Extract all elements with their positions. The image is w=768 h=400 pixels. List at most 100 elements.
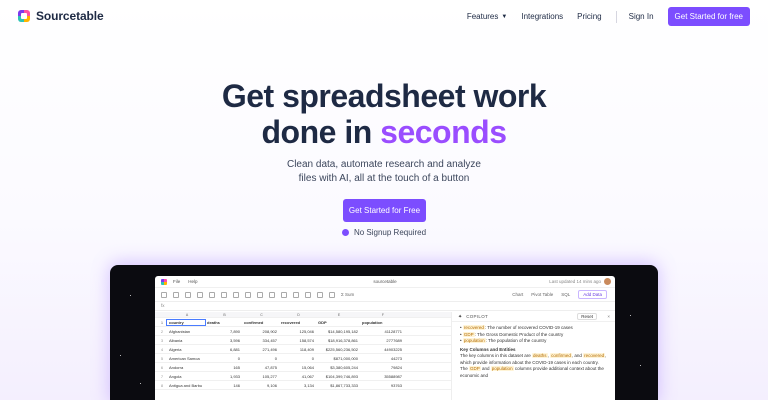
table-cell[interactable]: $18,916,378,861 <box>316 338 360 343</box>
table-cell[interactable]: recovered <box>279 320 316 325</box>
nav-link-features[interactable]: Features ▼ <box>467 12 508 21</box>
table-cell[interactable]: American Samoa <box>167 356 205 361</box>
currency-icon[interactable] <box>185 291 191 298</box>
table-cell[interactable]: $225,560,236,502 <box>316 347 360 352</box>
table-cell[interactable]: 105,277 <box>242 374 279 379</box>
comment-icon[interactable] <box>317 291 323 298</box>
menu-file[interactable]: File <box>173 279 180 284</box>
table-cell[interactable]: Afghanistan <box>167 329 205 334</box>
table-cell[interactable]: 93763 <box>360 383 404 388</box>
table-cell[interactable]: population <box>360 320 404 325</box>
copilot-message: recovered: The number of recovered COVID… <box>452 322 615 382</box>
column-header[interactable]: E <box>316 313 360 317</box>
italic-icon[interactable] <box>221 291 227 298</box>
table-cell[interactable]: 0 <box>242 356 279 361</box>
table-cell[interactable]: 9,106 <box>242 383 279 388</box>
add-data-button[interactable]: Add Data <box>578 290 607 299</box>
table-cell[interactable]: $14,580,195,182 <box>316 329 360 334</box>
avatar[interactable] <box>604 278 611 285</box>
list-item-text: : The Gross Domestic Product of the coun… <box>474 331 564 337</box>
link-icon[interactable] <box>305 291 311 298</box>
table-cell[interactable]: confirmed <box>242 320 279 325</box>
table-cell[interactable]: 3,134 <box>279 383 316 388</box>
list-item-text: : The number of recovered COVID-19 cases <box>484 325 573 330</box>
column-header[interactable]: C <box>242 313 279 317</box>
table-cell[interactable]: deaths <box>205 320 242 325</box>
table-cell[interactable]: 208,902 <box>242 329 279 334</box>
chart-button[interactable]: Chart <box>512 292 523 297</box>
table-cell[interactable]: 158,574 <box>279 338 316 343</box>
reset-button[interactable]: Reset <box>577 313 597 320</box>
column-header[interactable]: D <box>279 313 316 317</box>
table-row: 7 Angola 1,933 105,277 41,067 $104,399,7… <box>155 372 451 381</box>
table-cell[interactable]: Algeria <box>167 347 205 352</box>
sum-button[interactable]: Σ Sum <box>341 292 354 297</box>
table-cell[interactable]: 1,933 <box>205 374 242 379</box>
column-header[interactable]: A <box>167 313 205 317</box>
filter-icon[interactable] <box>329 291 335 298</box>
pivot-table-button[interactable]: Pivot Table <box>531 292 553 297</box>
get-started-nav-button[interactable]: Get Started for free <box>667 7 750 26</box>
percent-icon[interactable] <box>197 291 203 298</box>
check-circle-icon <box>341 229 349 236</box>
table-cell[interactable]: 35588987 <box>360 374 404 379</box>
table-cell[interactable]: $3,380,605,244 <box>316 365 360 370</box>
text-color-icon[interactable] <box>245 291 251 298</box>
menu-help[interactable]: Help <box>188 279 197 284</box>
table-cell[interactable]: 3,596 <box>205 338 242 343</box>
row-number: 5 <box>160 355 164 361</box>
align-icon[interactable] <box>293 291 299 298</box>
nav-link-pricing[interactable]: Pricing <box>577 12 601 21</box>
copilot-panel: ✦ COPILOT Reset × recovered: The number … <box>451 312 615 400</box>
app-preview-frame: File Help sourcetable Last updated 14 mi… <box>110 265 658 400</box>
formula-bar[interactable]: fx <box>155 302 615 311</box>
table-cell[interactable]: 271,496 <box>242 347 279 352</box>
fill-color-icon[interactable] <box>257 291 263 298</box>
borders-icon[interactable] <box>269 291 275 298</box>
table-cell[interactable]: 2777689 <box>360 338 404 343</box>
brand-logo[interactable]: Sourcetable <box>18 9 104 23</box>
strikethrough-icon[interactable] <box>233 291 239 298</box>
table-cell[interactable]: GDP <box>316 320 360 325</box>
table-cell[interactable]: country <box>166 318 206 326</box>
spreadsheet-grid[interactable]: A B C D E F 1 country deaths confirmed r… <box>155 312 451 390</box>
table-cell[interactable]: $1,867,733,333 <box>316 383 360 388</box>
table-cell[interactable]: Antigua and Barbu <box>167 383 205 388</box>
table-cell[interactable]: 118,409 <box>279 347 316 352</box>
table-cell[interactable]: 0 <box>279 356 316 361</box>
table-cell[interactable]: 47,875 <box>242 365 279 370</box>
column-header[interactable]: B <box>205 313 242 317</box>
table-cell[interactable]: 79824 <box>360 365 404 370</box>
redo-icon[interactable] <box>173 291 179 298</box>
column-header[interactable]: F <box>360 313 404 317</box>
table-cell[interactable]: Angola <box>167 374 205 379</box>
table-cell[interactable]: 334,457 <box>242 338 279 343</box>
table-cell[interactable]: 165 <box>205 365 242 370</box>
row-number: 4 <box>160 346 164 352</box>
table-cell[interactable]: 6,881 <box>205 347 242 352</box>
table-row: 2 Afghanistan 7,890 208,902 125,046 $14,… <box>155 327 451 336</box>
table-cell[interactable]: 15,064 <box>279 365 316 370</box>
undo-icon[interactable] <box>161 291 167 298</box>
table-cell[interactable]: 125,046 <box>279 329 316 334</box>
table-cell[interactable]: 146 <box>205 383 242 388</box>
bold-icon[interactable] <box>209 291 215 298</box>
table-cell[interactable]: 41,067 <box>279 374 316 379</box>
table-cell[interactable]: 7,890 <box>205 329 242 334</box>
nav-link-integrations[interactable]: Integrations <box>521 12 563 21</box>
table-cell[interactable]: $104,399,746,893 <box>316 374 360 379</box>
table-cell[interactable]: Albania <box>167 338 205 343</box>
sql-button[interactable]: SQL <box>561 292 570 297</box>
table-cell[interactable]: 41128771 <box>360 329 404 334</box>
merge-icon[interactable] <box>281 291 287 298</box>
hero-title-line2: done in seconds <box>0 114 768 150</box>
table-cell[interactable]: Andorra <box>167 365 205 370</box>
sign-in-link[interactable]: Sign In <box>629 12 654 21</box>
get-started-hero-button[interactable]: Get Started for Free <box>343 199 426 222</box>
close-icon[interactable]: × <box>607 314 610 319</box>
formula-fx-icon: fx <box>161 303 165 308</box>
table-cell[interactable]: 44273 <box>360 356 404 361</box>
table-cell[interactable]: 0 <box>205 356 242 361</box>
table-cell[interactable]: 44903225 <box>360 347 404 352</box>
table-cell[interactable]: $871,000,000 <box>316 356 360 361</box>
